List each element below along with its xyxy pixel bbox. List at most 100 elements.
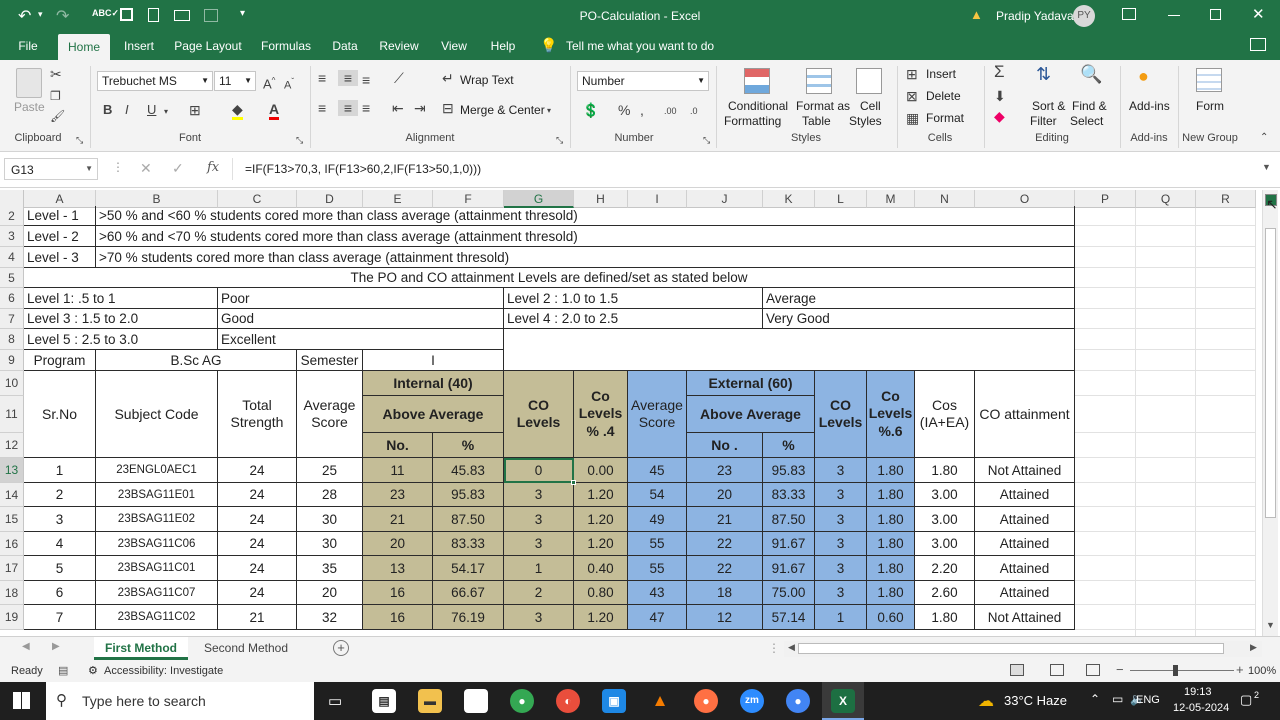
merge-dropdown-icon[interactable]: ▾ [547, 103, 551, 119]
cell-external-no[interactable]: 21 [687, 507, 763, 532]
header-external[interactable]: External (60) [687, 371, 815, 396]
align-top-icon[interactable]: ≡ [318, 70, 326, 86]
enter-entry-icon[interactable]: ✓ [172, 160, 184, 177]
header-no-external[interactable]: No . [687, 433, 763, 458]
tab-page-layout[interactable]: Page Layout [170, 32, 246, 60]
alignment-launcher-icon[interactable]: ⤡ [556, 132, 563, 148]
vertical-scrollbar[interactable]: ▼ [1262, 190, 1278, 636]
page-layout-view-icon[interactable] [1050, 664, 1064, 676]
page-break-view-icon[interactable] [1086, 664, 1100, 676]
row-header-8[interactable]: 8 [0, 329, 24, 350]
cell-cos[interactable]: 1.80 [915, 458, 975, 483]
cell-co-level-external[interactable]: 3 [815, 483, 867, 507]
close-icon[interactable]: ✕ [1252, 5, 1265, 23]
autosum-icon[interactable]: Σ [994, 63, 1005, 80]
level-3-label[interactable]: Level - 3 [24, 247, 96, 268]
cell-co-level-external[interactable]: 1 [815, 605, 867, 630]
column-header-p[interactable]: P [1075, 190, 1136, 208]
fill-handle[interactable] [571, 480, 576, 485]
cell-external-average[interactable]: 55 [628, 556, 687, 581]
cell-co-level-pct4[interactable]: 0.40 [574, 556, 628, 581]
row-header-5[interactable]: 5 [0, 268, 24, 288]
row-header-12[interactable]: 12 [0, 433, 24, 458]
borders-icon[interactable]: ⊞ [189, 102, 201, 118]
scale-level-5-value[interactable]: Excellent [218, 329, 504, 350]
print-preview-icon[interactable] [204, 9, 218, 22]
new-file-icon[interactable] [148, 8, 159, 22]
cell-internal-no[interactable]: 11 [363, 458, 433, 483]
open-folder-icon[interactable] [174, 10, 190, 21]
zoom-out-icon[interactable]: − [1116, 662, 1124, 677]
worksheet-grid[interactable]: ABCDEFGHIJKLMNOPQR 2 3 4 5 6 7 8 9 10 11 12 13 14 15 1… [0, 190, 1280, 636]
cell-internal-no[interactable]: 13 [363, 556, 433, 581]
increase-decimal-icon[interactable]: .00 [664, 103, 677, 119]
attainment-banner[interactable]: The PO and CO attainment Levels are defi… [24, 268, 1075, 288]
horizontal-scrollbar[interactable]: ◀ ▶ [784, 641, 1262, 657]
zoom-app-icon[interactable]: zm [740, 689, 764, 713]
zoom-slider[interactable] [1130, 670, 1234, 671]
cell-co-level-pct6[interactable]: 1.80 [867, 556, 915, 581]
font-launcher-icon[interactable]: ⤡ [296, 132, 303, 148]
cell-co-level-pct6[interactable]: 1.80 [867, 507, 915, 532]
tray-chevron-icon[interactable]: ⌃ [1090, 692, 1100, 706]
sort-filter-icon[interactable]: ⇅ [1036, 65, 1051, 83]
cell-co-level-external[interactable]: 3 [815, 507, 867, 532]
cell-external-average[interactable]: 43 [628, 581, 687, 605]
task-view-icon[interactable]: ▭ [328, 692, 342, 710]
cell-cos[interactable]: 3.00 [915, 483, 975, 507]
bold-icon[interactable]: B [103, 102, 112, 118]
header-co-attainment[interactable]: CO attainment [975, 371, 1075, 458]
scale-level-2[interactable]: Level 2 : 1.0 to 1.5 [504, 288, 763, 309]
program-label[interactable]: Program [24, 350, 96, 371]
format-as-table-label-1[interactable]: Format as [796, 99, 850, 113]
cell-internal-pct[interactable]: 87.50 [433, 507, 504, 532]
addins-icon[interactable]: ● [1138, 67, 1149, 85]
sort-filter-label-2[interactable]: Filter [1030, 114, 1057, 128]
cell-total-strength[interactable]: 24 [218, 556, 297, 581]
cell-co-level-pct6[interactable]: 1.80 [867, 483, 915, 507]
sheet-tab-second-method[interactable]: Second Method [194, 637, 298, 660]
new-sheet-icon[interactable]: + [333, 640, 349, 656]
scroll-left-icon[interactable]: ◀ [788, 642, 795, 653]
header-internal[interactable]: Internal (40) [363, 371, 504, 396]
cell-external-no[interactable]: 22 [687, 532, 763, 556]
cell-average-score[interactable]: 25 [297, 458, 363, 483]
cell-external-pct[interactable]: 87.50 [763, 507, 815, 532]
weather-text[interactable]: 33°C Haze [1004, 693, 1067, 708]
cell-internal-pct[interactable]: 54.17 [433, 556, 504, 581]
cell-internal-no[interactable]: 23 [363, 483, 433, 507]
find-select-label-1[interactable]: Find & [1072, 99, 1107, 113]
row-header-3[interactable]: 3 [0, 226, 24, 247]
tab-formulas[interactable]: Formulas [256, 32, 316, 60]
tab-home[interactable]: Home [58, 34, 110, 60]
cell-external-pct[interactable]: 57.14 [763, 605, 815, 630]
underline-icon[interactable]: U [147, 102, 156, 118]
cell-co-attainment[interactable]: Attained [975, 507, 1075, 532]
clear-icon[interactable]: ◆ [994, 108, 1005, 124]
cell-subject-code[interactable]: 23ENGL0AEC1 [96, 458, 218, 483]
find-select-icon[interactable]: 🔍 [1080, 65, 1102, 83]
cell-internal-no[interactable]: 20 [363, 532, 433, 556]
font-size-select[interactable]: 11 ▼ [214, 71, 256, 91]
tab-file[interactable]: File [10, 32, 46, 60]
cell-co-level-pct4[interactable]: 1.20 [574, 507, 628, 532]
scale-level-3[interactable]: Level 3 : 1.5 to 2.0 [24, 309, 218, 329]
align-center-icon[interactable]: ≡ [338, 100, 358, 116]
header-co-levels-pct4[interactable]: Co Levels% .4 [574, 371, 628, 458]
cell-co-level-pct6[interactable]: 0.60 [867, 605, 915, 630]
insert-function-icon[interactable]: fx [207, 160, 219, 175]
cell-styles-label-2[interactable]: Styles [849, 114, 882, 128]
taskbar-search[interactable]: ⚲ Type here to search [46, 682, 314, 720]
merge-center-icon[interactable]: ⊟ [442, 100, 454, 116]
tab-view[interactable]: View [434, 32, 474, 60]
tell-me-search[interactable]: Tell me what you want to do [566, 39, 714, 53]
column-header-r[interactable]: R [1196, 190, 1256, 208]
firefox-icon[interactable]: ● [694, 689, 718, 713]
cell-external-average[interactable]: 55 [628, 532, 687, 556]
cell-external-average[interactable]: 54 [628, 483, 687, 507]
cell-co-level-pct4[interactable]: 1.20 [574, 532, 628, 556]
scroll-down-icon[interactable]: ▼ [1266, 620, 1275, 630]
customize-qat-icon[interactable]: ▾ [240, 8, 245, 19]
insert-cells-icon[interactable]: ⊞ [906, 66, 918, 82]
cell-co-level-internal[interactable]: 3 [504, 483, 574, 507]
